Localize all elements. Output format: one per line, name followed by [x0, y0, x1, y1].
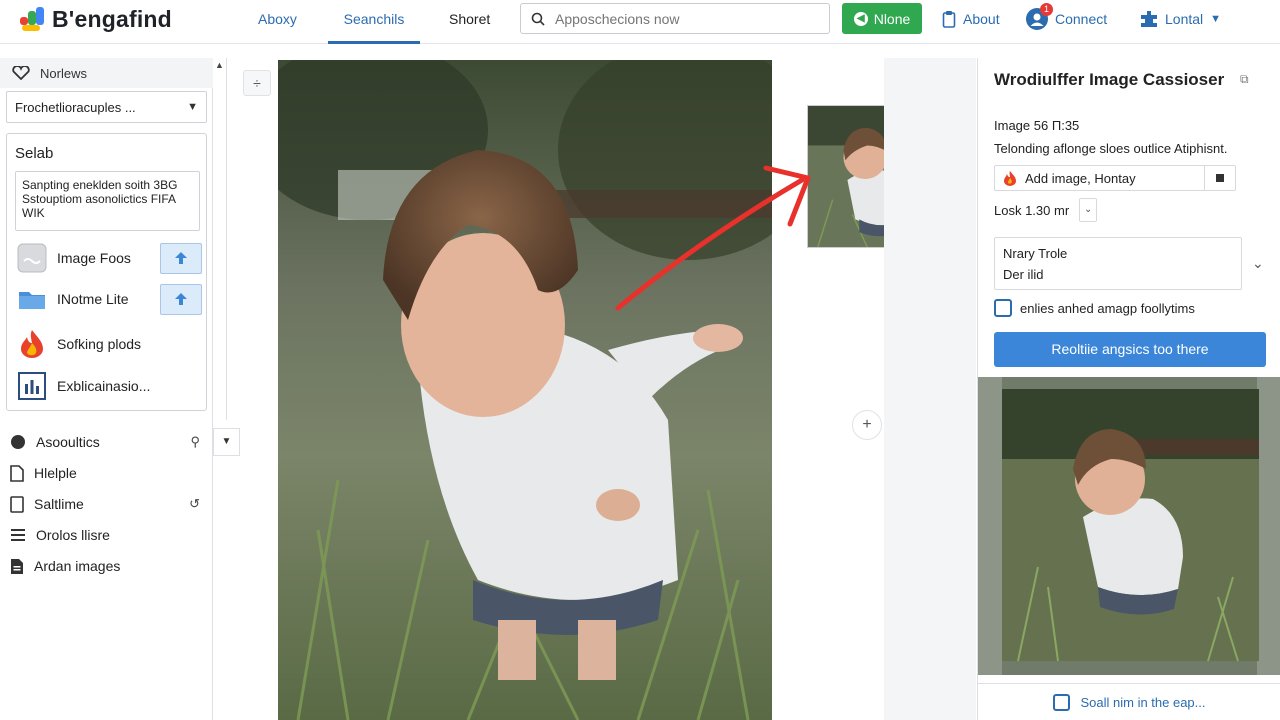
info-line-1: Nrary Trole [1003, 246, 1068, 261]
stop-button[interactable] [1205, 174, 1235, 182]
footer-option[interactable]: Soall nim in the eap... [978, 683, 1280, 720]
right-panel: Wrodiulffer Image Cassioser ⧉ Image 56 Π… [977, 58, 1280, 720]
look-dropdown[interactable]: ⌄ [1079, 198, 1098, 222]
option-checkbox[interactable] [994, 299, 1012, 317]
image-description: Telonding aflonge sloes outlice Atiphisn… [994, 141, 1228, 156]
add-image-control[interactable]: Add image, Hontay [994, 165, 1236, 191]
footer-checkbox[interactable] [1053, 693, 1071, 711]
info-line-2: Der ilid [1003, 267, 1044, 282]
zoom-in-button[interactable]: + [852, 410, 882, 440]
canvas-gutter [884, 58, 976, 720]
info-box[interactable]: Nrary Trole Der ilid [994, 237, 1242, 290]
primary-action-button[interactable]: Reoltiie angsics too there [994, 332, 1266, 367]
look-row: Losk 1.30 mr ⌄ [994, 198, 1098, 222]
add-image-label: Add image, Hontay [1025, 170, 1136, 186]
expand-icon[interactable]: ⧉ [1240, 72, 1249, 87]
chevron-down-icon[interactable]: ⌄ [1252, 255, 1264, 272]
image-meta: Image 56 Π:35 [994, 118, 1080, 133]
fire-icon [1004, 171, 1016, 186]
footer-label: Soall nim in the eap... [1080, 694, 1206, 710]
option-checkbox-label: enlies anhed amagp foollytims [1020, 300, 1195, 316]
option-checkbox-row[interactable]: enlies anhed amagp foollytims [994, 299, 1195, 317]
preview-image[interactable] [978, 377, 1280, 675]
look-label: Losk 1.30 mr [994, 202, 1070, 218]
panel-title: Wrodiulffer Image Cassioser [994, 70, 1225, 89]
square-icon [1216, 174, 1224, 182]
